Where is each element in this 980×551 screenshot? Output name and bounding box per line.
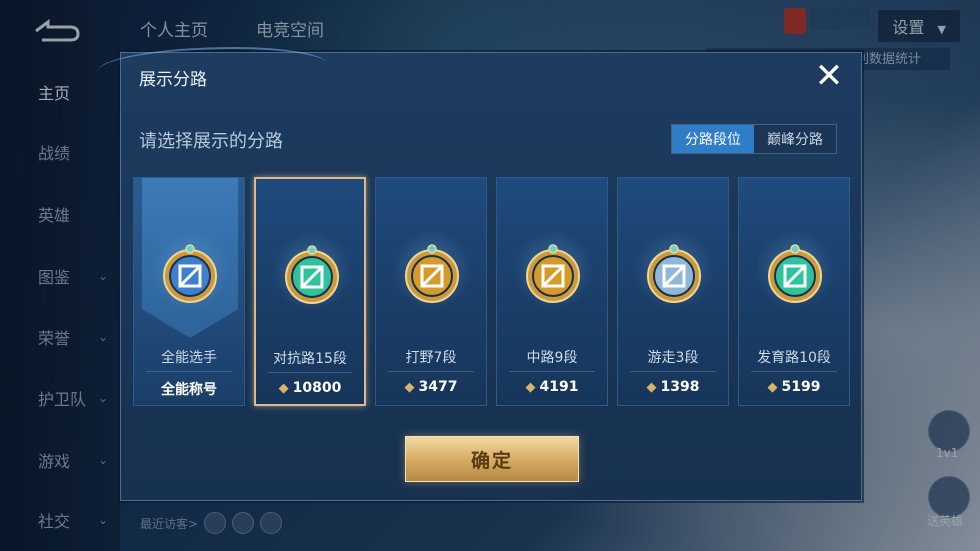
all-round-medal-icon xyxy=(160,244,220,304)
lane-card[interactable]: 全能选手 全能称号 xyxy=(133,177,245,406)
mid-lane-medal-icon xyxy=(523,244,583,304)
lane-points: ◆ 1398 xyxy=(618,379,728,395)
lane-rank-name: 游走3段 xyxy=(647,350,699,366)
lane-rank-name: 打野7段 xyxy=(405,350,457,366)
card-divider xyxy=(268,372,352,373)
dialog-title: 展示分路 xyxy=(139,70,207,90)
card-divider xyxy=(751,371,837,372)
lane-points-value: 10800 xyxy=(292,380,342,396)
lane-rank-name: 中路9段 xyxy=(526,350,578,366)
points-icon: ◆ xyxy=(278,381,289,396)
lane-points: ◆ 5199 xyxy=(739,379,849,395)
lane-rank-name: 发育路10段 xyxy=(757,350,831,366)
points-icon: ◆ xyxy=(646,380,657,395)
segment-peak-lane[interactable]: 巅峰分路 xyxy=(754,125,836,153)
title-decoration xyxy=(97,47,327,89)
lane-rank-name: 全能选手 xyxy=(161,350,217,366)
lane-card[interactable]: 中路9段 ◆ 4191 xyxy=(496,177,608,406)
lane-points: 全能称号 xyxy=(134,379,244,399)
card-divider xyxy=(630,371,716,372)
jungle-medal-icon xyxy=(402,244,462,304)
farm-lane-medal-icon xyxy=(765,244,825,304)
lane-points-value: 全能称号 xyxy=(161,382,217,398)
lane-cards: 全能选手 全能称号 对抗路15段 ◆ 10800 打野7段 ◆ 3477 中路9段 ◆ 4191 游走… xyxy=(133,177,850,406)
lane-points-value: 5199 xyxy=(781,379,821,395)
segment-lane-rank[interactable]: 分路段位 xyxy=(672,125,754,153)
confirm-button[interactable]: 确定 xyxy=(405,436,579,482)
lane-card[interactable]: 对抗路15段 ◆ 10800 xyxy=(254,177,366,406)
close-icon[interactable]: ✕ xyxy=(811,59,847,95)
points-icon: ◆ xyxy=(525,380,536,395)
lane-points-value: 3477 xyxy=(418,379,458,395)
clash-lane-medal-icon xyxy=(282,245,342,305)
roam-medal-icon xyxy=(644,244,704,304)
lane-card[interactable]: 游走3段 ◆ 1398 xyxy=(617,177,729,406)
card-divider xyxy=(146,371,232,372)
lane-rank-name: 对抗路15段 xyxy=(273,351,347,367)
card-divider xyxy=(509,371,595,372)
lane-points-value: 4191 xyxy=(539,379,579,395)
points-icon: ◆ xyxy=(767,380,778,395)
lane-points: ◆ 10800 xyxy=(256,380,364,396)
lane-card[interactable]: 发育路10段 ◆ 5199 xyxy=(738,177,850,406)
segment-toggle: 分路段位 巅峰分路 xyxy=(671,124,837,154)
lane-points: ◆ 3477 xyxy=(376,379,486,395)
lane-card[interactable]: 打野7段 ◆ 3477 xyxy=(375,177,487,406)
points-icon: ◆ xyxy=(404,380,415,395)
lane-points-value: 1398 xyxy=(660,379,700,395)
card-divider xyxy=(388,371,474,372)
lane-points: ◆ 4191 xyxy=(497,379,607,395)
lane-display-dialog: 展示分路 ✕ 请选择展示的分路 分路段位 巅峰分路 全能选手 全能称号 对抗路15段… xyxy=(97,47,862,501)
dialog-subtitle: 请选择展示的分路 xyxy=(139,131,283,152)
